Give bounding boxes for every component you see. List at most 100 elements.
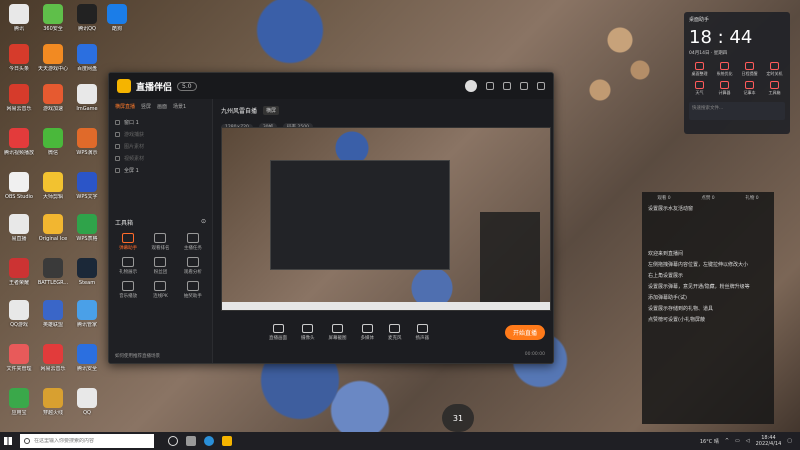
volume-icon[interactable]: ◁	[746, 438, 750, 444]
preview-inner-taskbar	[222, 302, 550, 310]
widget-button[interactable]: 定时关机	[764, 62, 785, 77]
desktop-icon[interactable]: 百度网盘	[70, 44, 104, 72]
live-preview[interactable]	[221, 127, 551, 311]
taskbar-search-input[interactable]	[34, 438, 144, 444]
visibility-icon[interactable]	[115, 119, 120, 125]
desktop-icon[interactable]: BATTLEGR...	[36, 258, 70, 286]
scene-tab[interactable]: 横屏直播	[115, 103, 135, 110]
widget-search[interactable]: 快速搜索文件...	[689, 102, 785, 120]
widget-button[interactable]: 天气	[689, 81, 710, 96]
control-button[interactable]: 直播画面	[269, 323, 287, 341]
desktop-icon[interactable]: 穿越火线	[36, 388, 70, 416]
start-live-button[interactable]: 开始直播	[504, 324, 545, 340]
tool-item[interactable]: 音乐播放	[113, 281, 143, 299]
weather-status[interactable]: 16°C 晴	[700, 438, 719, 445]
desktop-icon[interactable]: 酷狗	[100, 4, 134, 32]
visibility-icon[interactable]	[115, 143, 120, 149]
visibility-icon[interactable]	[115, 155, 120, 161]
widget-button[interactable]: 日程提醒	[739, 62, 760, 77]
app-icon	[77, 300, 97, 320]
tool-item[interactable]: 弹幕助手	[113, 233, 143, 251]
tool-item[interactable]: 观看排名	[145, 233, 175, 251]
desktop-icon[interactable]: 微信	[36, 128, 70, 156]
desktop-icon[interactable]: QQ	[70, 388, 104, 416]
clock[interactable]: 18:44 2022/4/14	[756, 435, 782, 447]
desktop-icon[interactable]: 网易云音乐	[2, 84, 36, 112]
desktop-icon[interactable]: ImGame	[70, 84, 104, 112]
desktop-icon[interactable]: 文件夹管理	[2, 344, 36, 372]
source-item[interactable]: 全屏 1	[115, 164, 206, 176]
tray-up-icon[interactable]: ^	[725, 438, 729, 444]
desktop-icon[interactable]: OBS Studio	[2, 172, 36, 200]
scene-tab[interactable]: 场景1	[173, 103, 186, 110]
control-label: 摄像头	[301, 335, 315, 341]
visibility-icon[interactable]	[115, 167, 120, 173]
desktop-icon[interactable]: Original Ice	[36, 214, 70, 242]
source-item[interactable]: 窗口 1	[115, 116, 206, 128]
channel-tag[interactable]: 横屏	[263, 105, 280, 115]
desktop-icon[interactable]: 天天游戏中心	[36, 44, 70, 72]
notice-text[interactable]: 如何使用推荐直播场景	[115, 353, 160, 359]
widget-button[interactable]: 桌面整理	[689, 62, 710, 77]
taskbar-search[interactable]	[20, 434, 154, 448]
tool-item[interactable]: 礼物展示	[113, 257, 143, 275]
desktop-icon[interactable]: 腾讯安全	[70, 344, 104, 372]
widget-button[interactable]: 工具箱	[764, 81, 785, 96]
app-icon	[9, 128, 29, 148]
desktop-icon[interactable]: 游戏加速	[36, 84, 70, 112]
tool-item[interactable]: 主播任务	[178, 233, 208, 251]
tool-item[interactable]: 抽奖助手	[178, 281, 208, 299]
widget-time: 18 : 44	[689, 27, 753, 48]
close-icon[interactable]	[537, 82, 545, 90]
minimize-icon[interactable]	[520, 82, 528, 90]
notification-icon[interactable]: ▢	[787, 438, 792, 444]
settings-icon[interactable]	[503, 82, 511, 90]
start-button[interactable]	[0, 432, 16, 450]
message-icon[interactable]	[486, 82, 494, 90]
control-button[interactable]: 屏幕截图	[329, 323, 347, 341]
visibility-icon[interactable]	[115, 131, 120, 137]
desktop-icon[interactable]: 腾讯	[2, 4, 36, 32]
task-view-icon[interactable]	[168, 436, 178, 446]
control-button[interactable]: 麦克风	[388, 323, 402, 341]
widget-button[interactable]: 计算器	[714, 81, 735, 96]
scene-tab[interactable]: 竖屏	[141, 103, 151, 110]
widget-button[interactable]: 系统优化	[714, 62, 735, 77]
source-item[interactable]: 游戏捕获	[115, 128, 206, 140]
avatar[interactable]	[465, 80, 477, 92]
desktop-icon[interactable]: 王者荣耀	[2, 258, 36, 286]
taskbar-apps	[168, 436, 232, 446]
desktop-icon[interactable]: 网易云音乐	[36, 344, 70, 372]
source-item[interactable]: 视频素材	[115, 152, 206, 164]
desktop-icon[interactable]: QQ游戏	[2, 300, 36, 328]
control-button[interactable]: 摄像头	[301, 323, 315, 341]
desktop-icon[interactable]: Steam	[70, 258, 104, 286]
control-button[interactable]: 多媒体	[361, 323, 374, 341]
source-item[interactable]: 图片素材	[115, 140, 206, 152]
file-explorer-icon[interactable]	[186, 436, 196, 446]
toolbox-more-icon[interactable]: ⊙	[201, 218, 206, 227]
tool-item[interactable]: 连线PK	[145, 281, 175, 299]
desktop-icon[interactable]: 腾讯视频播放	[2, 128, 36, 156]
control-icon	[332, 323, 343, 333]
desktop-icon[interactable]: WPS文字	[70, 172, 104, 200]
tool-item[interactable]: 观看分析	[178, 257, 208, 275]
desktop-icon[interactable]: 应用宝	[2, 388, 36, 416]
desktop-icon[interactable]: 腾讯QQ	[70, 4, 104, 32]
widget-button[interactable]: 记事本	[739, 81, 760, 96]
widget-buttons: 桌面整理 系统优化 日程提醒 定时关机天气 计算器 记事本 工具箱	[689, 62, 785, 96]
desktop-icon[interactable]: 腾讯管家	[70, 300, 104, 328]
live-companion-taskbar-icon[interactable]	[222, 436, 232, 446]
desktop-icon[interactable]: 大师剪辑	[36, 172, 70, 200]
desktop-icon[interactable]: 易直播	[2, 214, 36, 242]
desktop-icon[interactable]: 今日头条	[2, 44, 36, 72]
network-icon[interactable]: ▭	[735, 438, 740, 444]
desktop-icon[interactable]: 360安全	[36, 4, 70, 32]
scene-tab[interactable]: 画面	[157, 103, 167, 110]
tool-item[interactable]: 粉丝团	[145, 257, 175, 275]
desktop-icon[interactable]: WPS演示	[70, 128, 104, 156]
desktop-icon[interactable]: WPS表格	[70, 214, 104, 242]
control-button[interactable]: 扬声器	[416, 323, 429, 341]
edge-icon[interactable]	[204, 436, 214, 446]
desktop-icon[interactable]: 英雄联盟	[36, 300, 70, 328]
